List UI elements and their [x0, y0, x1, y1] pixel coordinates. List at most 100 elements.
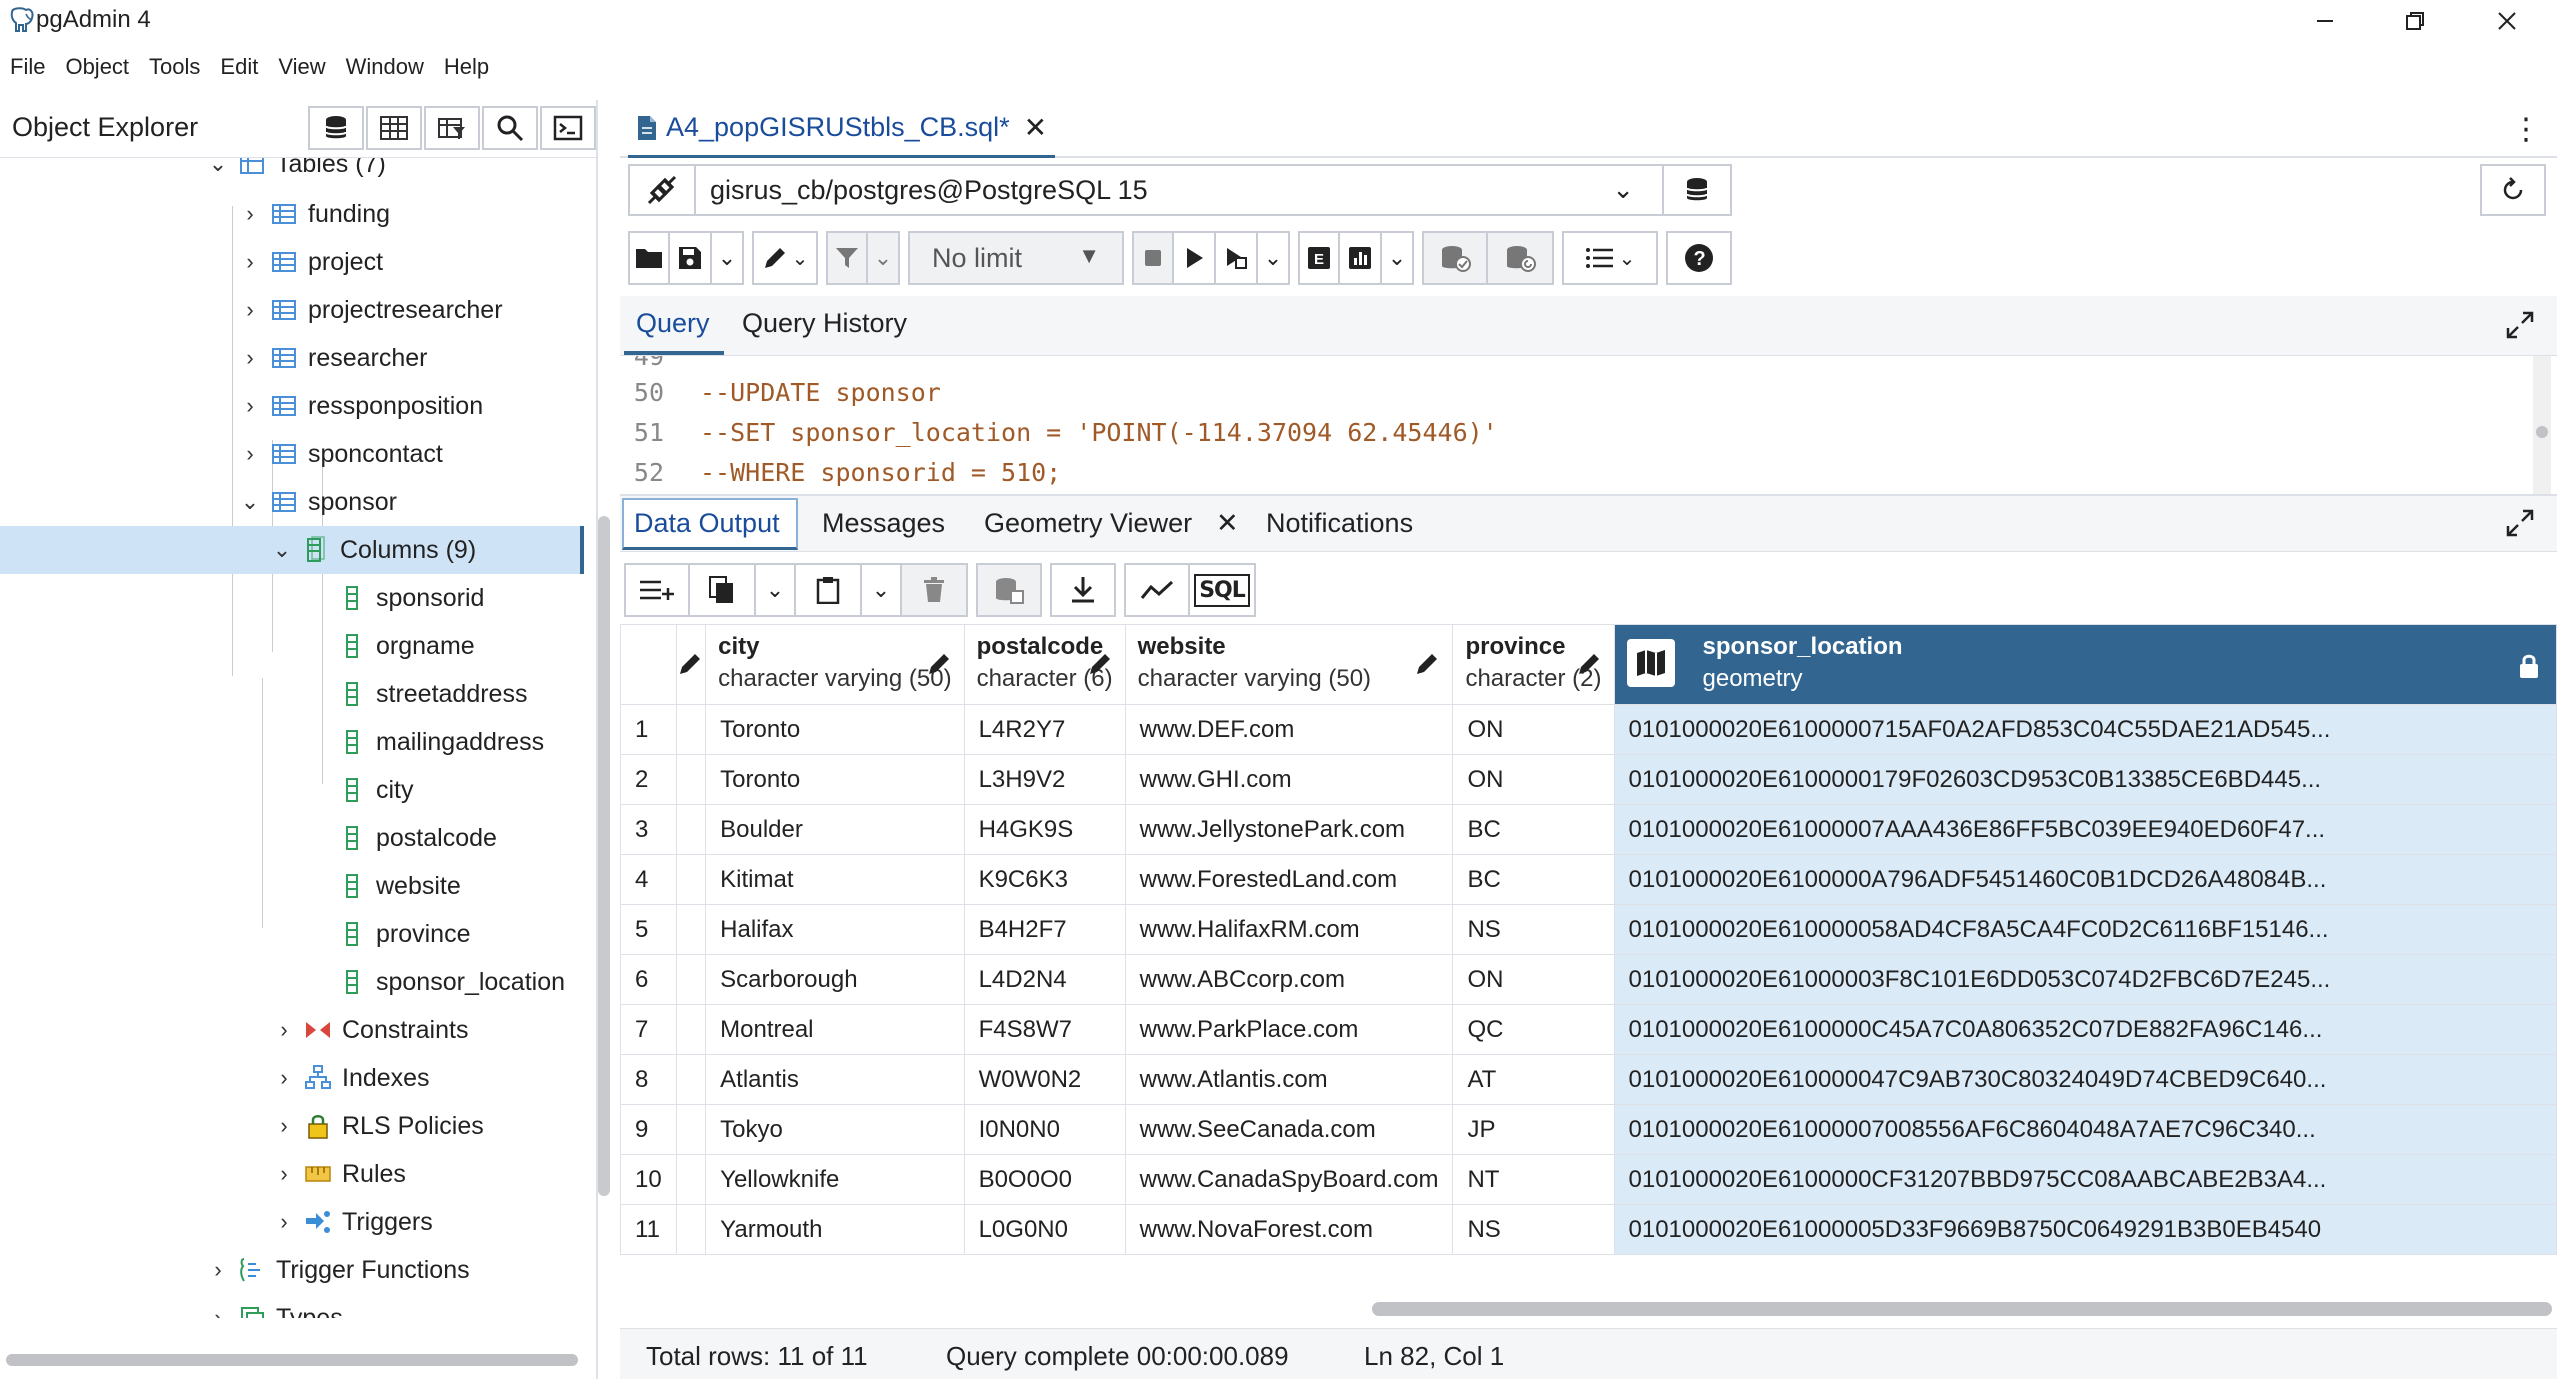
table-row[interactable]: 11 Yarmouth L0G0N0 www.NovaForest.com NS 0101…: [620, 1204, 2557, 1255]
cell-sponsor-location[interactable]: 0101000020E6100000715AF0A2AFD853C04C55DA…: [1613, 704, 2557, 755]
cell-sponsor-location[interactable]: 0101000020E6100000179F02603CD953C0B13385…: [1613, 754, 2557, 805]
row-edit-cell[interactable]: [675, 854, 707, 905]
menu-view[interactable]: View: [268, 46, 335, 90]
cell-website[interactable]: www.ABCcorp.com: [1124, 954, 1454, 1005]
tree-node-column[interactable]: orgname: [330, 622, 475, 670]
connection-select[interactable]: gisrus_cb/postgres@PostgreSQL 15 ⌄: [696, 164, 1664, 216]
cell-city[interactable]: Toronto: [705, 754, 965, 805]
tree-node-rules[interactable]: › Rules: [272, 1150, 406, 1198]
cell-province[interactable]: JP: [1452, 1104, 1615, 1155]
row-edit-cell[interactable]: [675, 1204, 707, 1255]
tree-node-table[interactable]: › projectresearcher: [238, 286, 502, 334]
row-edit-cell[interactable]: [675, 954, 707, 1005]
cell-website[interactable]: www.ParkPlace.com: [1124, 1004, 1454, 1055]
tree-node-table[interactable]: › funding: [238, 190, 390, 238]
cell-website[interactable]: www.JellystonePark.com: [1124, 804, 1454, 855]
table-row[interactable]: 9 Tokyo I0N0N0 www.SeeCanada.com JP 010100002…: [620, 1104, 2557, 1155]
cell-postalcode[interactable]: I0N0N0: [963, 1104, 1126, 1155]
table-row[interactable]: 2 Toronto L3H9V2 www.GHI.com ON 0101000020E61…: [620, 754, 2557, 805]
cell-website[interactable]: www.DEF.com: [1124, 704, 1454, 755]
chevron-right-icon[interactable]: ›: [238, 441, 262, 467]
edit-menu-button[interactable]: ⌄: [752, 231, 818, 285]
cell-city[interactable]: Toronto: [705, 704, 965, 755]
table-row[interactable]: 10 Yellowknife B0O0O0 www.CanadaSpyBoard.co…: [620, 1154, 2557, 1205]
tree-node-table[interactable]: › ressponposition: [238, 382, 483, 430]
tree-node-constraints[interactable]: › Constraints: [272, 1006, 468, 1054]
table-row[interactable]: 8 Atlantis W0W0N2 www.Atlantis.com AT 0101000…: [620, 1054, 2557, 1105]
table-row[interactable]: 5 Halifax B4H2F7 www.HalifaxRM.com NS 0101000…: [620, 904, 2557, 955]
menu-help[interactable]: Help: [434, 46, 499, 90]
cell-website[interactable]: www.GHI.com: [1124, 754, 1454, 805]
commit-button[interactable]: [1422, 231, 1488, 285]
editor-vertical-scrollbar[interactable]: [2533, 356, 2551, 494]
cell-city[interactable]: Yellowknife: [705, 1154, 965, 1205]
cell-province[interactable]: QC: [1452, 1004, 1615, 1055]
column-header-province[interactable]: province character (2): [1452, 624, 1615, 705]
cell-sponsor-location[interactable]: 0101000020E6100000A796ADF5451460C0B1DCD2…: [1613, 854, 2557, 905]
view-geometry-button[interactable]: [1626, 639, 1675, 687]
expand-icon[interactable]: [2505, 310, 2535, 340]
stop-query-button[interactable]: [1132, 231, 1174, 285]
cell-website[interactable]: www.CanadaSpyBoard.com: [1124, 1154, 1454, 1205]
cell-province[interactable]: BC: [1452, 854, 1615, 905]
tree-node-types[interactable]: › Types: [206, 1294, 343, 1318]
row-edit-cell[interactable]: [675, 1154, 707, 1205]
tree-node-tables[interactable]: ⌄ Tables (7): [206, 158, 386, 188]
cell-website[interactable]: www.SeeCanada.com: [1124, 1104, 1454, 1155]
filter-options-dropdown[interactable]: ⌄: [868, 231, 900, 285]
cell-website[interactable]: www.HalifaxRM.com: [1124, 904, 1454, 955]
tree-node-column[interactable]: province: [330, 910, 471, 958]
chevron-right-icon[interactable]: ›: [238, 393, 262, 419]
chevron-right-icon[interactable]: ›: [272, 1017, 296, 1043]
cell-city[interactable]: Scarborough: [705, 954, 965, 1005]
cell-postalcode[interactable]: L0G0N0: [963, 1204, 1126, 1255]
copy-button[interactable]: [690, 563, 756, 617]
row-edit-cell[interactable]: [675, 1054, 707, 1105]
row-limit-select[interactable]: No limit ▼: [908, 231, 1124, 285]
save-options-dropdown[interactable]: ⌄: [712, 231, 744, 285]
cell-city[interactable]: Tokyo: [705, 1104, 965, 1155]
search-objects-button[interactable]: [482, 106, 538, 150]
tab-messages[interactable]: Messages: [822, 508, 945, 539]
tree-node-rls-policies[interactable]: › RLS Policies: [272, 1102, 483, 1150]
tab-geometry-viewer[interactable]: Geometry Viewer: [984, 508, 1192, 539]
chevron-right-icon[interactable]: ›: [272, 1113, 296, 1139]
save-data-button[interactable]: [976, 563, 1042, 617]
row-edit-cell[interactable]: [675, 754, 707, 805]
column-header-postalcode[interactable]: postalcode character (6): [963, 624, 1126, 705]
save-file-button[interactable]: [670, 231, 712, 285]
explain-options-dropdown[interactable]: ⌄: [1382, 231, 1414, 285]
paste-button[interactable]: [796, 563, 862, 617]
chevron-right-icon[interactable]: ›: [238, 249, 262, 275]
execute-script-button[interactable]: [1216, 231, 1258, 285]
tab-notifications[interactable]: Notifications: [1266, 508, 1413, 539]
chevron-down-icon[interactable]: ⌄: [270, 537, 294, 563]
cell-province[interactable]: ON: [1452, 704, 1615, 755]
tab-data-output[interactable]: Data Output: [634, 508, 780, 539]
filtered-rows-button[interactable]: [424, 106, 480, 150]
close-geometry-viewer-icon[interactable]: ✕: [1216, 508, 1239, 539]
table-row[interactable]: 3 Boulder H4GK9S www.JellystonePark.com BC 01…: [620, 804, 2557, 855]
more-options-icon[interactable]: ⋮: [2511, 112, 2541, 147]
cell-city[interactable]: Halifax: [705, 904, 965, 955]
table-row[interactable]: 6 Scarborough L4D2N4 www.ABCcorp.com ON 01010…: [620, 954, 2557, 1005]
scroll-thumb[interactable]: [2536, 426, 2548, 438]
cell-province[interactable]: ON: [1452, 954, 1615, 1005]
tab-query-history[interactable]: Query History: [742, 308, 907, 339]
cell-sponsor-location[interactable]: 0101000020E61000007AAA436E86FF5BC039EE94…: [1613, 804, 2557, 855]
cell-postalcode[interactable]: H4GK9S: [963, 804, 1126, 855]
close-window-button[interactable]: [2462, 0, 2552, 42]
tree-node-column[interactable]: postalcode: [330, 814, 497, 862]
graph-visualiser-button[interactable]: [1124, 563, 1190, 617]
view-data-button[interactable]: [366, 106, 422, 150]
row-edit-cell[interactable]: [675, 904, 707, 955]
table-row[interactable]: 4 Kitimat K9C6K3 www.ForestedLand.com BC 0101…: [620, 854, 2557, 905]
cell-sponsor-location[interactable]: 0101000020E6100000C45A7C0A806352C07DE882…: [1613, 1004, 2557, 1055]
tab-query[interactable]: Query: [636, 308, 710, 339]
execute-button[interactable]: [1174, 231, 1216, 285]
connection-status-button[interactable]: [628, 164, 696, 216]
execute-options-dropdown[interactable]: ⌄: [1258, 231, 1290, 285]
cell-province[interactable]: BC: [1452, 804, 1615, 855]
psql-tool-button[interactable]: [540, 106, 596, 150]
table-row[interactable]: 1 Toronto L4R2Y7 www.DEF.com ON 0101000020E61…: [620, 704, 2557, 755]
